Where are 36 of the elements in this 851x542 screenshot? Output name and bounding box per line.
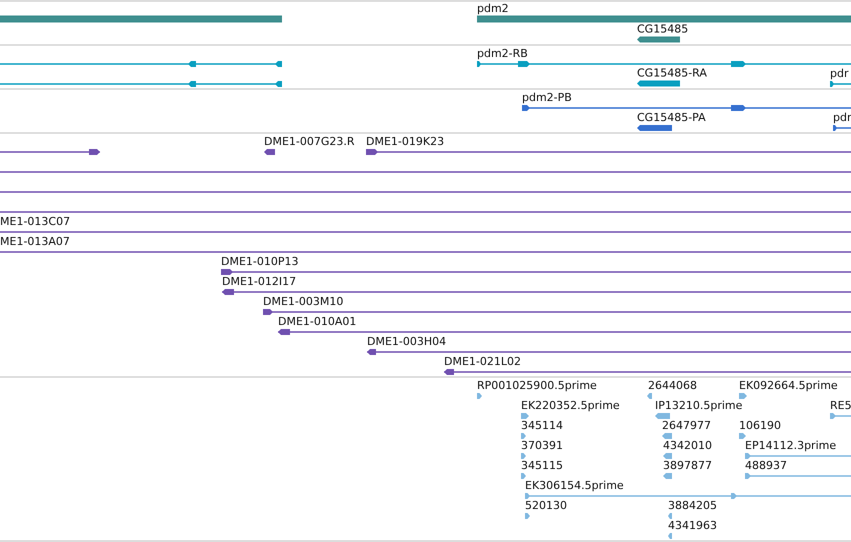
- feature-label: EK092664.5prime: [739, 379, 838, 392]
- feature-label: DME1-010A01: [278, 315, 356, 328]
- feature-label: 2644068: [648, 379, 697, 392]
- feature-label: CG15485-PA: [637, 111, 706, 124]
- feature-label: DME1-010P13: [221, 255, 299, 268]
- feature-label: 520130: [525, 499, 567, 512]
- feature-label: 370391: [521, 439, 563, 452]
- feature-label: DME1-003H04: [367, 335, 446, 348]
- feature-label: DME1-007G23.R: [264, 135, 355, 148]
- feature-label: DME1-021L02: [444, 355, 521, 368]
- feature-label: EP14112.3prime: [745, 439, 836, 452]
- feature-label: 3897877: [663, 459, 712, 472]
- feature-label: 4341963: [668, 519, 717, 532]
- feature-label: pdm2: [477, 2, 509, 15]
- feature-label: EK306154.5prime: [525, 479, 624, 492]
- feature-label: ME1-013C07: [0, 215, 70, 228]
- feature-label: pdm2-RB: [477, 47, 528, 60]
- feature-label: pdm2-PB: [522, 91, 572, 104]
- feature-label: CG15485: [637, 22, 688, 36]
- feature-label: 488937: [745, 459, 787, 472]
- feature-label: EK220352.5prime: [521, 399, 620, 412]
- feature-label: ME1-013A07: [0, 235, 70, 248]
- feature-label: IP13210.5prime: [655, 399, 742, 412]
- feature-label: 3884205: [668, 499, 717, 512]
- feature-label: pdr: [830, 67, 848, 80]
- feature-label: 345114: [521, 419, 563, 432]
- feature-label: 106190: [739, 419, 781, 432]
- feature-label: 345115: [521, 459, 563, 472]
- feature-label: DME1-003M10: [263, 295, 344, 308]
- feature-label: CG15485-RA: [637, 66, 707, 80]
- feature-label: DME1-019K23: [366, 135, 444, 148]
- feature-label: RE5: [830, 399, 851, 412]
- feature-label: 2647977: [662, 419, 711, 432]
- feature-label: 4342010: [663, 439, 712, 452]
- feature-label: DME1-012I17: [222, 275, 296, 288]
- feature-label: RP001025900.5prime: [477, 379, 597, 392]
